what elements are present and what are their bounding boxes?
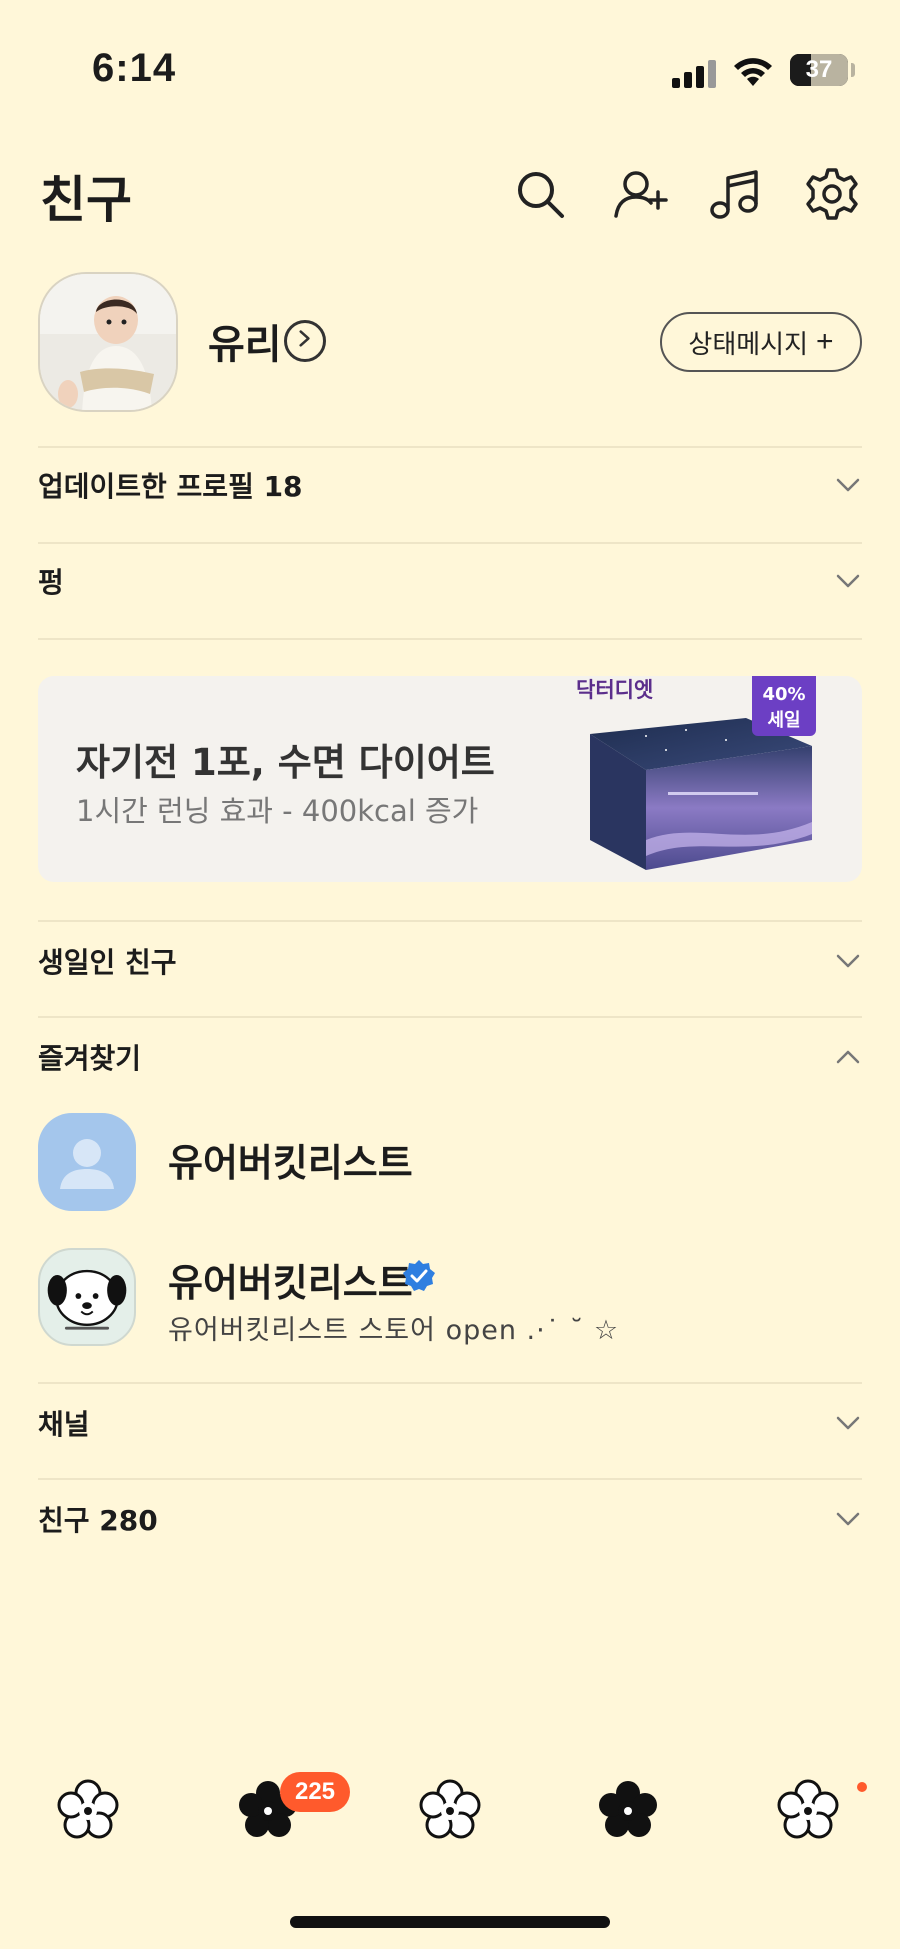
status-message-button[interactable]: 상태메시지 +: [660, 312, 862, 372]
section-label: 친구 280: [38, 1504, 158, 1537]
nav-friends-tab[interactable]: [48, 1770, 128, 1850]
divider: [38, 542, 862, 544]
divider: [38, 920, 862, 922]
sale-badge: 40% 세일: [752, 676, 816, 736]
status-bar: 6:14 37: [0, 0, 900, 140]
divider: [38, 1478, 862, 1480]
bottom-nav: [0, 1770, 900, 1850]
search-icon[interactable]: [512, 166, 568, 222]
section-pung[interactable]: 펑: [38, 556, 862, 606]
plus-icon: +: [816, 325, 834, 358]
section-label: 펑: [38, 566, 64, 599]
chat-unread-badge: 225: [280, 1772, 350, 1812]
section-updated-profiles[interactable]: 업데이트한 프로필 18: [38, 460, 862, 510]
flower-outline-icon: [57, 1779, 119, 1839]
wifi-icon: [730, 52, 776, 88]
chevron-down-icon: [836, 1512, 860, 1526]
battery-icon: 37: [790, 54, 848, 86]
section-label: 채널: [38, 1408, 90, 1441]
section-friends[interactable]: 친구 280: [38, 1494, 862, 1544]
my-profile-name[interactable]: 유리: [208, 312, 282, 370]
section-channels[interactable]: 채널: [38, 1398, 862, 1448]
section-label: 생일인 친구: [38, 946, 177, 979]
section-favorites[interactable]: 즐겨찾기: [38, 1032, 862, 1082]
status-time: 6:14: [92, 46, 177, 90]
divider: [38, 1016, 862, 1018]
nav-shopping-tab[interactable]: [588, 1770, 668, 1850]
divider: [38, 446, 862, 448]
section-label: 즐겨찾기: [38, 1042, 142, 1075]
home-indicator[interactable]: [290, 1916, 610, 1928]
favorite-avatar-default[interactable]: [38, 1113, 136, 1211]
status-message-label: 상태메시지: [688, 328, 809, 359]
nav-openchat-tab[interactable]: [410, 1770, 490, 1850]
nav-more-tab[interactable]: [768, 1770, 848, 1850]
chevron-down-icon: [836, 1416, 860, 1430]
ad-brand: 닥터디엣: [576, 678, 654, 702]
verified-badge-icon: [403, 1260, 435, 1291]
settings-icon[interactable]: [804, 166, 860, 222]
signal-icon: [672, 60, 718, 88]
sale-percent: 40%: [762, 684, 806, 705]
flower-outline-icon: [419, 1779, 481, 1839]
favorite-name[interactable]: 유어버킷리스트: [168, 1252, 413, 1307]
flower-outline-icon: [777, 1779, 839, 1839]
chevron-up-icon: [836, 1050, 860, 1064]
chevron-down-icon: [836, 954, 860, 968]
battery-tip: [851, 63, 855, 77]
ad-subtitle: 1시간 런닝 효과 - 400kcal 증가: [76, 794, 479, 828]
add-friend-icon[interactable]: [612, 166, 668, 222]
music-icon[interactable]: [706, 166, 762, 222]
flower-filled-icon: [599, 1781, 657, 1837]
section-birthday[interactable]: 생일인 친구: [38, 936, 862, 986]
favorite-name[interactable]: 유어버킷리스트: [168, 1132, 413, 1187]
ad-title: 자기전 1포, 수면 다이어트: [76, 741, 495, 784]
profile-arrow-icon[interactable]: [284, 320, 326, 362]
divider: [38, 638, 862, 640]
new-indicator-dot: [857, 1782, 867, 1792]
page-title: 친구: [40, 171, 132, 229]
favorite-status-message: 유어버킷리스트 스토어 open .·˙ ˘ ☆: [168, 1315, 620, 1346]
chevron-down-icon: [836, 574, 860, 588]
ad-banner[interactable]: 자기전 1포, 수면 다이어트 1시간 런닝 효과 - 400kcal 증가 닥…: [38, 676, 862, 882]
section-label: 업데이트한 프로필 18: [38, 470, 303, 503]
favorite-avatar-puppy[interactable]: [38, 1248, 136, 1346]
sale-word: 세일: [767, 710, 801, 731]
divider: [38, 1382, 862, 1384]
battery-level: 37: [805, 56, 833, 83]
chevron-down-icon: [836, 478, 860, 492]
my-profile-avatar[interactable]: [38, 272, 178, 412]
